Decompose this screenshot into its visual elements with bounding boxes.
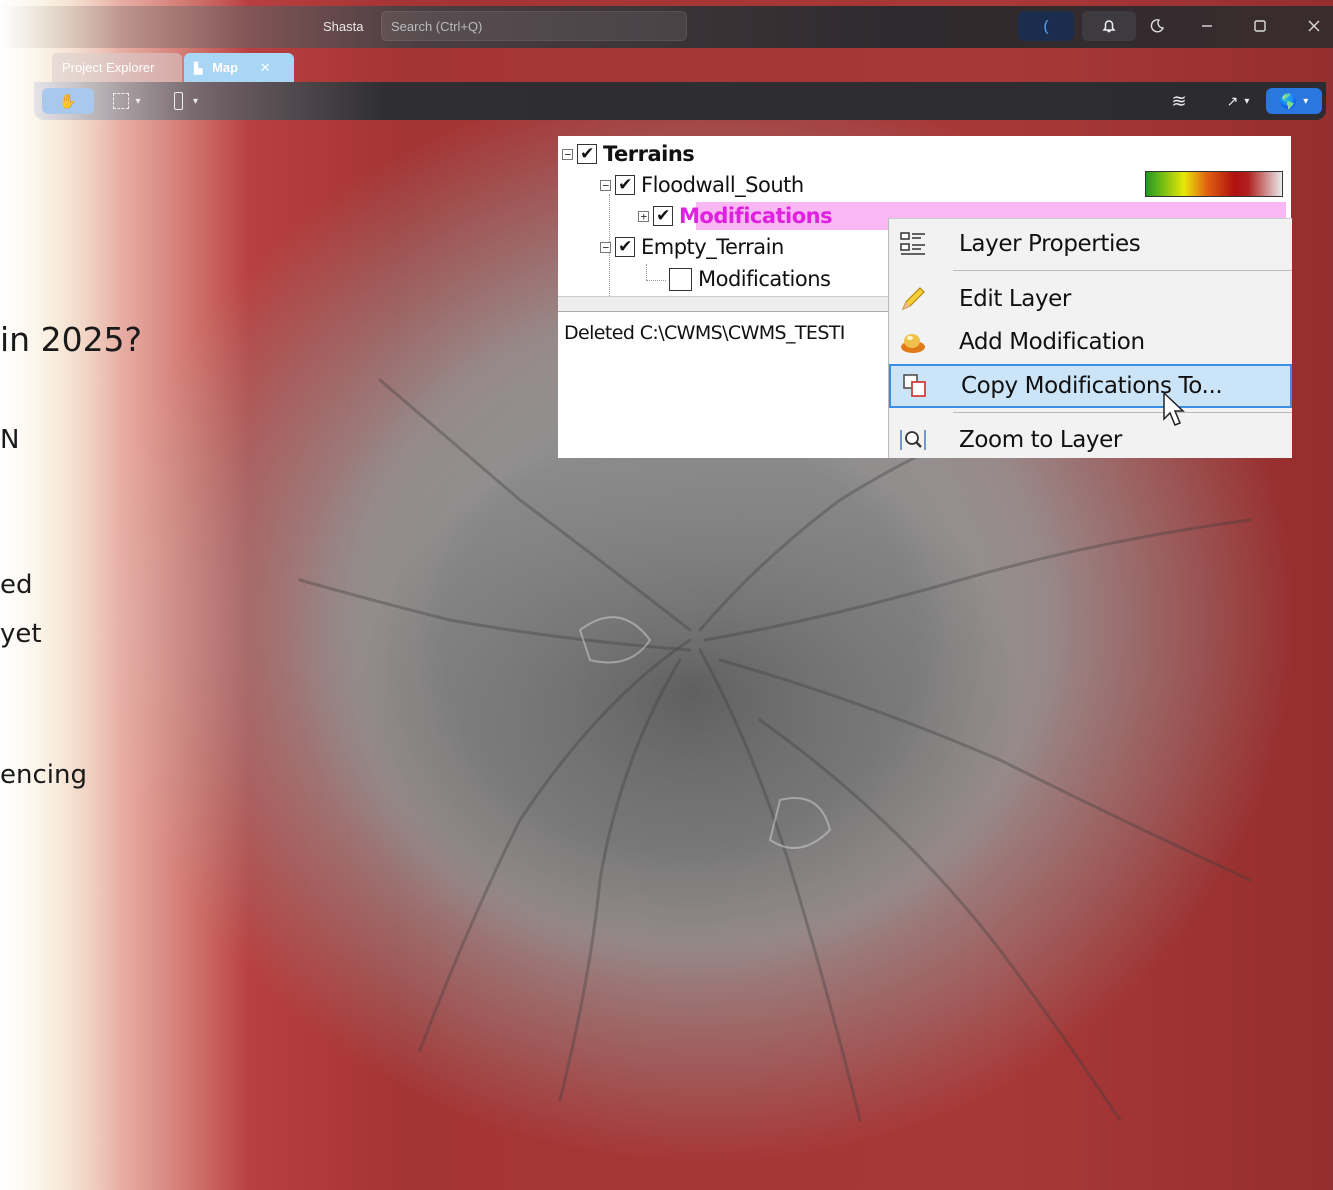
notifications-button[interactable] bbox=[1082, 11, 1136, 41]
route-tool-button[interactable]: ↗ ▾ bbox=[1214, 88, 1262, 114]
slide-text-line-4: yet bbox=[0, 619, 42, 649]
tab-label: Project Explorer bbox=[62, 60, 155, 75]
properties-icon bbox=[899, 230, 927, 258]
slide-text-line-5: encing bbox=[0, 760, 87, 790]
map-toolbar: ✋ ▾ ▾ ≋ ↗ ▾ 🌎 ▾ bbox=[34, 82, 1326, 120]
tree-item-modifications[interactable]: Modifications bbox=[669, 265, 831, 293]
chevron-down-icon: ▾ bbox=[1303, 95, 1309, 107]
checkbox[interactable]: ✔ bbox=[615, 175, 635, 195]
minimize-button[interactable] bbox=[1193, 11, 1221, 41]
minimize-icon bbox=[1202, 25, 1212, 27]
menu-separator bbox=[953, 270, 1292, 271]
chevron-down-icon: ▾ bbox=[192, 95, 199, 107]
app-name: Shasta bbox=[323, 19, 364, 34]
close-tab-icon[interactable]: ✕ bbox=[260, 60, 271, 75]
tree-item-floodwall-south[interactable]: − ✔ Floodwall_South bbox=[600, 171, 804, 199]
globe-icon: 🌎 bbox=[1279, 92, 1298, 109]
selection-tool-button[interactable]: ▾ bbox=[104, 88, 150, 114]
pan-tool-button[interactable]: ✋ bbox=[42, 88, 94, 114]
tree-item-label: Empty_Terrain bbox=[641, 235, 784, 259]
bell-icon bbox=[1102, 20, 1116, 33]
pencil-icon bbox=[899, 285, 927, 313]
tree-item-modifications-selected[interactable]: + ✔ Modifications bbox=[638, 202, 833, 230]
slide-overlay bbox=[0, 0, 300, 1190]
menu-item-copy-modifications[interactable]: Copy Modifications To... bbox=[889, 364, 1292, 408]
checkbox[interactable]: ✔ bbox=[577, 144, 597, 164]
terrain-layer-tree: − ✔ Terrains − ✔ Floodwall_South + ✔ Mod… bbox=[558, 136, 1292, 458]
select-rectangle-icon bbox=[113, 93, 130, 109]
tree-item-label: Modifications bbox=[698, 267, 831, 291]
maximize-icon bbox=[1254, 20, 1266, 32]
slide-text-line-3: ed bbox=[0, 570, 33, 600]
panel-splitter[interactable] bbox=[558, 296, 889, 312]
tree-item-label: Terrains bbox=[603, 142, 695, 166]
menu-separator bbox=[953, 412, 1292, 413]
map-tab-icon: ▙ bbox=[194, 63, 203, 75]
hand-icon: ✋ bbox=[59, 92, 77, 109]
ruler-icon bbox=[173, 92, 183, 110]
slide-text-line-1: in 2025? bbox=[0, 320, 143, 359]
checkbox[interactable]: ✔ bbox=[615, 237, 635, 257]
maximize-button[interactable] bbox=[1246, 11, 1274, 41]
add-modification-icon bbox=[899, 328, 927, 356]
tab-map[interactable]: ▙ Map ✕ bbox=[184, 53, 294, 82]
waves-icon: ≋ bbox=[1171, 90, 1187, 111]
layers-stack-button[interactable]: ≋ bbox=[1164, 88, 1194, 114]
menu-item-label: Zoom to Layer bbox=[959, 427, 1122, 453]
menu-item-add-modification[interactable]: Add Modification bbox=[889, 322, 1292, 362]
route-icon: ↗ bbox=[1226, 92, 1239, 109]
tab-strip: Project Explorer ▙ Map ✕ bbox=[0, 48, 1333, 82]
measure-tool-button[interactable]: ▾ bbox=[164, 88, 208, 114]
checkbox[interactable]: ✔ bbox=[653, 206, 673, 226]
log-output: Deleted C:\CWMS\CWMS_TESTI bbox=[558, 311, 889, 458]
copy-icon bbox=[901, 372, 929, 400]
zoom-icon bbox=[899, 426, 927, 454]
slide-text-line-2: N bbox=[0, 425, 20, 455]
tree-item-terrains[interactable]: − ✔ Terrains bbox=[562, 140, 695, 168]
expand-icon[interactable]: + bbox=[638, 210, 649, 222]
basemap-button[interactable]: 🌎 ▾ bbox=[1266, 88, 1322, 114]
theme-toggle-button[interactable] bbox=[1143, 11, 1171, 41]
chevron-down-icon: ▾ bbox=[1244, 95, 1250, 107]
collapse-icon[interactable]: − bbox=[562, 148, 573, 160]
status-icon: ( bbox=[1043, 17, 1049, 35]
checkbox[interactable] bbox=[669, 267, 692, 291]
collapse-icon[interactable]: − bbox=[600, 241, 611, 253]
search-input[interactable]: Search (Ctrl+Q) bbox=[381, 11, 687, 41]
log-text: Deleted C:\CWMS\CWMS_TESTI bbox=[564, 322, 845, 344]
moon-icon bbox=[1150, 19, 1165, 33]
tree-item-label: Modifications bbox=[679, 204, 833, 228]
tab-project-explorer[interactable]: Project Explorer bbox=[52, 53, 182, 82]
chevron-down-icon: ▾ bbox=[135, 95, 141, 107]
close-window-button[interactable] bbox=[1300, 11, 1328, 41]
tree-item-label: Floodwall_South bbox=[641, 173, 804, 197]
close-icon bbox=[1308, 20, 1320, 32]
menu-item-zoom-to-layer[interactable]: Zoom to Layer bbox=[889, 420, 1292, 460]
context-menu: Layer Properties Edit Layer Add Modifica… bbox=[888, 218, 1292, 458]
menu-item-layer-properties[interactable]: Layer Properties bbox=[889, 224, 1292, 264]
menu-item-label: Edit Layer bbox=[959, 286, 1071, 312]
status-button[interactable]: ( bbox=[1018, 11, 1074, 41]
title-bar: Shasta Search (Ctrl+Q) ( bbox=[0, 6, 1333, 48]
menu-item-label: Layer Properties bbox=[959, 231, 1141, 257]
menu-item-label: Add Modification bbox=[959, 329, 1145, 355]
tab-label: Map bbox=[212, 60, 239, 75]
color-ramp-legend bbox=[1145, 171, 1283, 197]
tree-item-empty-terrain[interactable]: − ✔ Empty_Terrain bbox=[600, 233, 784, 261]
mouse-cursor-icon bbox=[1163, 391, 1185, 426]
collapse-icon[interactable]: − bbox=[600, 179, 611, 191]
menu-item-edit-layer[interactable]: Edit Layer bbox=[889, 279, 1292, 319]
